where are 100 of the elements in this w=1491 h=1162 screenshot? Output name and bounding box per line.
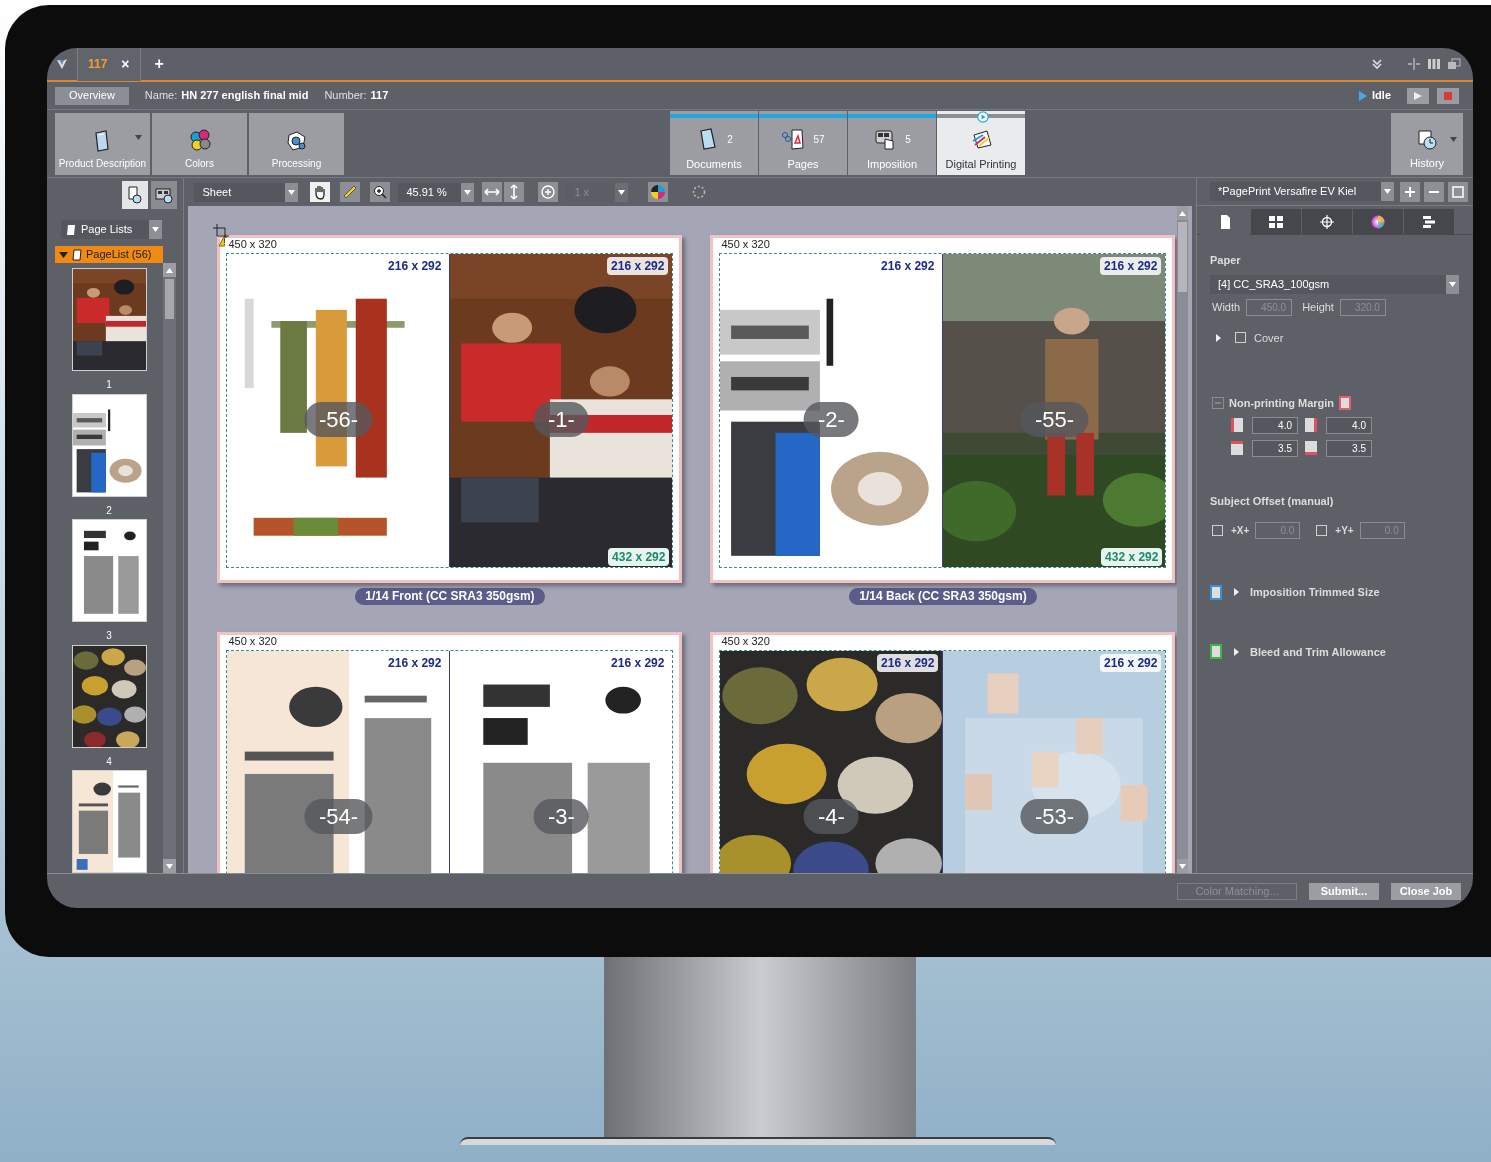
play-icon (1414, 91, 1422, 100)
color-dots-icon (187, 129, 212, 153)
close-tab-button[interactable]: × (121, 53, 130, 75)
clock-page-icon (1415, 127, 1439, 152)
spinner-icon (692, 185, 707, 199)
document-tab[interactable]: 117 × (77, 48, 141, 81)
expand-arrow-icon[interactable] (1216, 333, 1221, 342)
sheet-view-button[interactable] (151, 181, 178, 209)
step-count: 2 (727, 132, 733, 147)
maximize-button[interactable] (1448, 181, 1468, 202)
workflow-step[interactable]: 57 Pages (759, 111, 847, 175)
margin-field[interactable]: 3.5 (1326, 439, 1372, 457)
workflow-step[interactable]: Digital Printing (937, 111, 1025, 175)
tool-button[interactable]: Colors (152, 113, 247, 175)
panel-tab[interactable] (1302, 209, 1352, 235)
page-size: 216 x 292 (1100, 654, 1162, 672)
tool-button[interactable]: Processing (249, 113, 344, 175)
zoom-in-icon (372, 184, 389, 200)
color-view-button[interactable] (648, 182, 669, 202)
sheet-caption: 1/14 Back (CC SRA3 350gsm) (849, 588, 1037, 605)
scroll-thumb[interactable] (165, 279, 174, 319)
margin-field[interactable]: 4.0 (1326, 416, 1372, 434)
expand-arrow-icon[interactable] (1232, 647, 1240, 656)
checkbox[interactable] (1212, 525, 1223, 536)
scroll-up-button[interactable] (163, 263, 176, 277)
stop-icon (1444, 91, 1452, 100)
tool-button[interactable]: Product Description (55, 113, 150, 175)
expanded-arrow-icon[interactable] (59, 250, 68, 259)
history-button[interactable]: History (1391, 113, 1463, 175)
paper-dropdown[interactable]: [4] CC_SRA3_100gsm (1210, 274, 1459, 294)
fit-width-button[interactable] (482, 182, 503, 202)
dropdown-arrow-icon (464, 189, 472, 195)
job-number: 117 (370, 88, 389, 104)
square-icon (1450, 183, 1466, 200)
scroll-up-button[interactable] (1177, 206, 1188, 220)
minus-icon (1429, 190, 1439, 193)
scroll-thumb[interactable] (1178, 222, 1187, 292)
cover-label: Cover (1254, 330, 1284, 346)
add-copy-button[interactable] (538, 182, 559, 202)
layout-grid-icon (1268, 214, 1284, 230)
workflow-step[interactable]: 2 Documents (670, 111, 758, 175)
section-heading: Non-printing Margin (1229, 396, 1335, 411)
thumbnail-number: 2 (106, 503, 112, 518)
y-offset-label: +Y+ (1335, 524, 1354, 538)
thumbnail-number: 3 (106, 629, 112, 643)
play-circle-icon[interactable] (977, 111, 989, 123)
footer-button[interactable]: Close Job (1391, 882, 1461, 900)
new-tab-button[interactable]: + (154, 52, 164, 76)
ruler-tool-button[interactable] (340, 182, 361, 202)
page-size: 216 x 292 (877, 654, 939, 672)
left-margin-icon (1231, 418, 1243, 432)
scroll-down-button[interactable] (1177, 859, 1188, 873)
run-button[interactable] (1407, 87, 1429, 104)
chevron-down-icon[interactable] (1371, 58, 1383, 70)
view-mode-dropdown[interactable]: Sheet (194, 182, 299, 202)
page-view-button[interactable] (122, 181, 149, 209)
color-ball-icon (1370, 214, 1386, 230)
sheet-size: 450 x 320 (718, 635, 773, 647)
crop-marks-icon (213, 224, 230, 240)
sheet-size: 450 x 320 (718, 238, 773, 250)
zoom-dropdown[interactable]: 45.91 % (398, 182, 475, 202)
section-heading: Bleed and Trim Allowance (1250, 644, 1386, 660)
page-number: -54- (304, 799, 372, 834)
scroll-down-button[interactable] (163, 859, 176, 873)
color-wheel-icon (650, 184, 667, 200)
spread-size: 432 x 292 (1101, 548, 1163, 566)
margin-field[interactable]: 4.0 (1252, 416, 1298, 434)
add-button[interactable] (1400, 181, 1420, 202)
panel-tab[interactable] (1404, 209, 1454, 235)
page-lists-dropdown[interactable]: Page Lists (61, 220, 162, 239)
footer-button[interactable]: Submit... (1309, 882, 1379, 900)
windows-icon[interactable] (1447, 57, 1461, 71)
page-icon (72, 248, 82, 261)
up-arrow-icon (166, 267, 173, 273)
checkbox[interactable] (1316, 525, 1328, 536)
crosshair-icon (1319, 214, 1335, 230)
remove-button[interactable] (1424, 181, 1444, 202)
zoom-tool-button[interactable] (370, 182, 391, 202)
expand-arrow-icon[interactable] (1232, 588, 1240, 597)
section-heading: Subject Offset (manual) (1210, 493, 1335, 509)
down-arrow-icon (166, 863, 173, 869)
checkbox[interactable] (1235, 332, 1246, 344)
printer-dropdown[interactable]: *PagePrint Versafire EV Kiel (1210, 182, 1394, 201)
columns-icon[interactable] (1427, 57, 1441, 71)
up-arrow-icon (1179, 210, 1186, 216)
dropdown-arrow-icon (1450, 137, 1457, 142)
margin-field[interactable]: 3.5 (1252, 439, 1298, 457)
page-list-item[interactable]: PageList (56) (55, 246, 163, 263)
app-logo-icon[interactable] (55, 57, 69, 71)
workflow-step[interactable]: 5 Imposition (848, 111, 936, 175)
height-label: Height (1302, 299, 1334, 315)
page-size: 216 x 292 (607, 257, 669, 275)
panel-tab[interactable] (1251, 209, 1301, 235)
sheet-size: 450 x 320 (225, 238, 280, 250)
split-view-icon[interactable] (1407, 57, 1421, 71)
overview-button[interactable]: Overview (55, 86, 129, 105)
hand-tool-button[interactable] (310, 182, 331, 202)
page-number: -56- (304, 402, 372, 437)
fit-height-button[interactable] (504, 182, 525, 202)
panel-tab[interactable] (1353, 209, 1403, 235)
